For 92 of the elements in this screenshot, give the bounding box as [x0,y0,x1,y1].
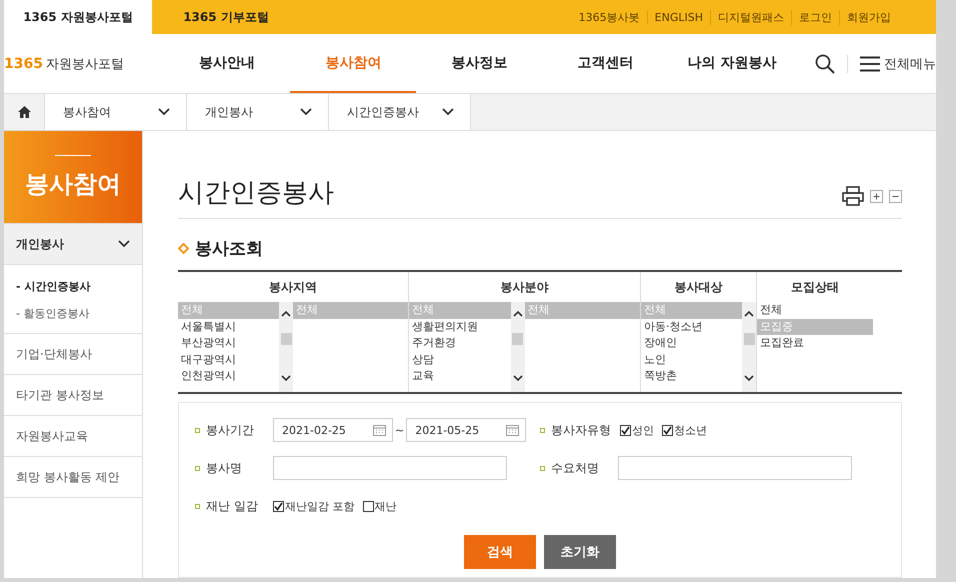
list-option[interactable]: 인천광역시 [178,368,279,384]
calendar-icon[interactable] [506,424,520,436]
list-option[interactable]: 주거환경 [409,335,510,352]
column-header: 봉사대상 [674,278,724,296]
list-box[interactable]: 전체 아동·청소년 장애인 노인 쪽방촌 [641,302,756,392]
date-field[interactable]: 2021-05-25 [406,418,526,442]
portal-tab[interactable]: 1365 자원봉사포털 [4,0,152,34]
calendar-icon[interactable] [373,424,386,436]
list-option[interactable]: 대구광역시 [178,352,279,368]
top-link[interactable]: 1365봉사봇 [572,10,647,24]
scroll-down-icon[interactable] [744,375,754,382]
nav-item[interactable]: 나의 자원봉사 [668,34,796,93]
sidebar-subitem[interactable]: - 활동인증봉사 [4,300,142,327]
scroll-down-icon[interactable] [512,375,522,382]
scroll-up-icon[interactable] [512,310,522,317]
chevron-down-icon [300,108,312,116]
list-option[interactable]: 아동·청소년 [641,318,742,335]
list-option[interactable]: 장애인 [641,335,742,352]
scroll-down-icon[interactable] [281,375,291,382]
input-field[interactable] [273,456,507,480]
checkbox[interactable] [273,500,284,512]
top-link[interactable]: 디지털원패스 [710,10,791,24]
list-option[interactable]: 쪽방촌 [641,368,742,384]
chevron-down-icon [158,108,170,116]
checkbox-label[interactable]: 성인 [632,422,654,438]
list-option[interactable]: 노인 [641,352,742,368]
list-option[interactable]: 생활편의지원 [409,318,510,335]
sidebar-item[interactable]: 타기관 봉사정보 [4,375,142,416]
top-link[interactable]: ENGLISH [646,10,710,24]
scroll-thumb[interactable] [744,333,754,345]
scrollbar[interactable] [510,302,524,392]
field-label: 봉사자유형 [551,422,611,438]
list-option[interactable]: 부산광역시 [178,335,279,352]
sidebar-item[interactable]: 희망 봉사활동 제안 [4,457,142,498]
nav-item[interactable]: 봉사정보 [416,34,543,93]
input-field[interactable] [618,456,852,480]
field-label: 재난 일감 [206,498,258,514]
section-title: 봉사조회 [195,238,263,260]
field-label: 수요처명 [551,460,599,476]
list-box[interactable]: 전체 모집중 모집완료 [757,302,873,392]
list-box[interactable]: 전체 생활편의지원 주거환경 상담 교육 [409,302,524,392]
sidebar-item[interactable]: 자원봉사교육 [4,416,142,457]
scroll-thumb[interactable] [280,333,292,345]
scroll-up-icon[interactable] [281,310,291,317]
checkbox[interactable] [362,500,374,512]
field-label: 봉사명 [206,460,242,476]
diamond-icon [178,243,189,254]
zoom-out-icon[interactable] [889,190,902,202]
checkbox[interactable] [662,424,673,436]
scrollbar[interactable] [279,302,293,392]
top-link[interactable]: 회원가입 [839,10,898,24]
chevron-down-icon [442,108,454,116]
date-field[interactable]: 2021-02-25 [273,418,393,442]
list-option[interactable]: 전체 [757,302,873,318]
top-link[interactable]: 로그인 [791,10,839,24]
range-separator: ~ [395,424,404,436]
sidebar-subitem[interactable]: - 시간인증봉사 [4,273,142,300]
home-icon[interactable] [18,106,30,118]
list-option[interactable]: 모집완료 [757,335,873,352]
breadcrumb-dropdown[interactable]: 개인봉사 [187,94,329,130]
column-header: 모집상태 [790,278,840,296]
sidebar-section[interactable]: 개인봉사 [4,223,142,265]
menu-icon[interactable] [860,56,880,72]
nav-item[interactable]: 고객센터 [542,34,669,93]
checkbox-label[interactable]: 재난일감 포함 [285,498,354,514]
scrollbar[interactable] [742,302,756,392]
checkbox-label[interactable]: 청소년 [674,422,707,438]
section-banner: 봉사참여 [4,131,142,223]
reset-button[interactable]: 초기화 [544,535,616,569]
page-title: 시간인증봉사 [178,177,334,210]
column-header: 봉사지역 [268,278,318,296]
sidebar-item[interactable]: 기업·단체봉사 [4,334,142,375]
site-logo[interactable]: 1365 자원봉사포털 [4,34,164,93]
list-option[interactable]: 서울특별시 [178,318,279,335]
search-icon[interactable] [815,54,835,74]
nav-item[interactable]: 봉사안내 [164,34,290,93]
zoom-in-icon[interactable] [870,190,883,202]
checkbox[interactable] [620,424,631,436]
list-box[interactable]: 전체 서울특별시 부산광역시 대구광역시 인천광역시 [178,302,293,392]
breadcrumb-dropdown[interactable]: 봉사참여 [45,94,187,130]
list-option[interactable]: 교육 [409,368,510,384]
breadcrumb-dropdown[interactable]: 시간인증봉사 [329,94,471,130]
scroll-thumb[interactable] [512,333,523,345]
chevron-down-icon [118,240,130,248]
print-icon[interactable] [842,186,864,206]
column-header: 봉사분야 [500,278,550,296]
portal-tab[interactable]: 1365 기부포털 [152,0,300,34]
field-label: 봉사기간 [206,422,254,438]
scroll-up-icon[interactable] [744,310,754,317]
all-menu-label[interactable]: 전체메뉴 [884,54,936,72]
list-option[interactable]: 상담 [409,352,510,368]
checkbox-label[interactable]: 재난 [374,498,396,514]
